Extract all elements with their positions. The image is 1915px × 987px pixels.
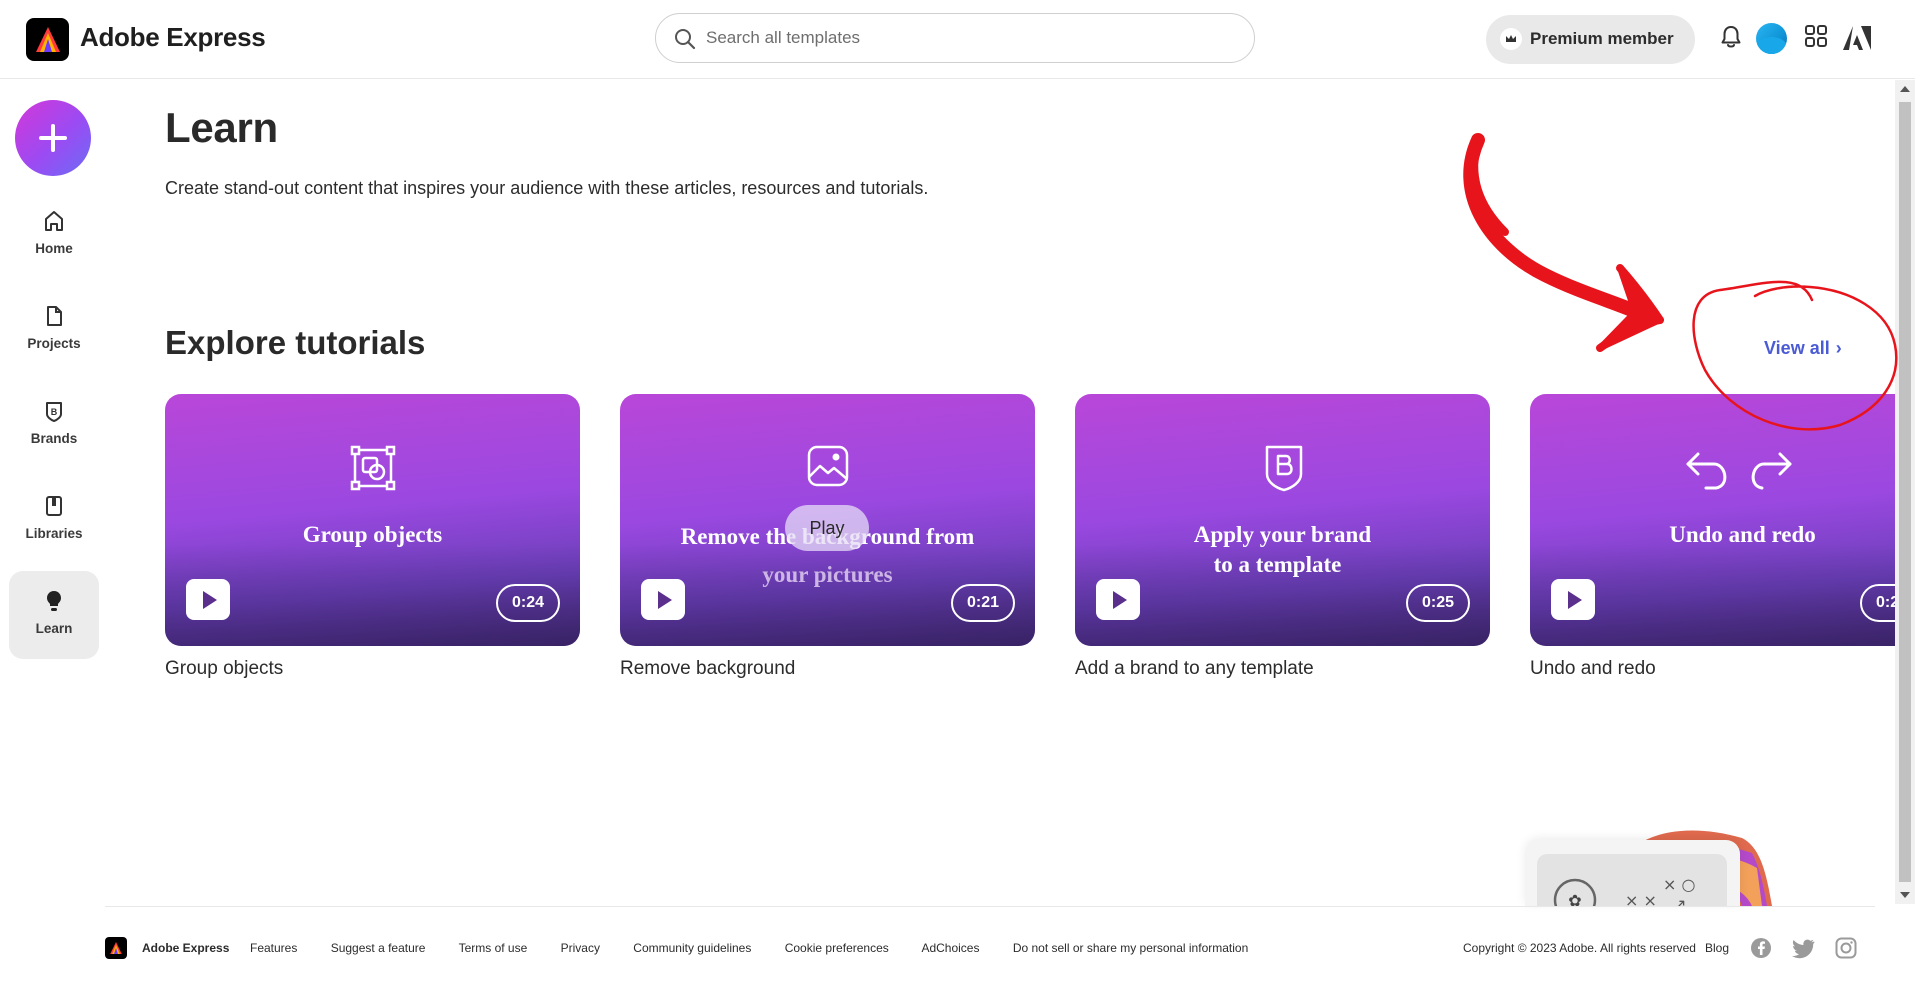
tutorial-card-remove-background[interactable]: Remove the background from your pictures… [620, 394, 1035, 646]
section-title-explore-tutorials: Explore tutorials [165, 324, 426, 361]
footer-link-privacy[interactable]: Privacy [561, 941, 600, 955]
play-tooltip: Play [785, 505, 869, 551]
image-icon [807, 445, 849, 487]
annotation-arrow-head [1597, 265, 1663, 351]
chevron-right-icon: › [1835, 338, 1842, 358]
instagram-icon[interactable] [1835, 937, 1857, 959]
footer-link-features[interactable]: Features [250, 941, 297, 955]
duration-badge: 0:21 [1860, 584, 1895, 622]
brand-icon: B [46, 402, 62, 422]
rail-label-learn: Learn [35, 621, 73, 636]
card-title-line2: to a template [1213, 552, 1342, 577]
duration-badge: 0:25 [1405, 584, 1470, 622]
page-title: Learn [165, 104, 278, 151]
promo-card[interactable]: ✿ × × × ○ ↗ [1525, 840, 1740, 906]
tutorial-caption[interactable]: Undo and redo [1530, 658, 1656, 680]
svg-text:× ○: × ○ [1663, 875, 1695, 894]
left-navigation-rail: Home Projects B Brands Libraries Learn [0, 80, 105, 900]
rail-label-libraries: Libraries [25, 526, 83, 541]
search-input[interactable] [706, 24, 1226, 52]
tutorial-card-brand-template[interactable]: Apply your brand to a template 0:25 [1075, 394, 1490, 646]
premium-member-button[interactable]: Premium member [1486, 15, 1695, 64]
file-icon [47, 306, 62, 326]
footer-links: Features Suggest a feature Terms of use … [250, 941, 1278, 955]
lightbulb-icon [47, 591, 61, 611]
bell-icon[interactable] [1720, 24, 1742, 50]
rail-item-libraries[interactable]: Libraries [9, 476, 99, 564]
footer-link-suggest-feature[interactable]: Suggest a feature [331, 941, 426, 955]
twitter-icon[interactable] [1791, 939, 1815, 959]
footer-link-adchoices[interactable]: AdChoices [921, 941, 979, 955]
game-doodle-icon: ✿ × × × ○ ↗ [1553, 875, 1695, 906]
svg-text:× ×: × × [1625, 891, 1657, 906]
card-title: Undo and redo [1669, 522, 1816, 547]
create-new-button[interactable] [15, 100, 91, 176]
footer-brand: Adobe Express [142, 941, 230, 955]
group-icon [350, 445, 396, 491]
home-icon [45, 211, 63, 231]
view-all-link[interactable]: View all › [1764, 338, 1842, 359]
library-icon [46, 496, 62, 516]
footer-link-community-guidelines[interactable]: Community guidelines [633, 941, 751, 955]
svg-text:↗: ↗ [1673, 895, 1686, 906]
vertical-scrollbar[interactable] [1895, 80, 1915, 904]
search-icon [675, 29, 696, 50]
scroll-up-arrow-icon[interactable] [1900, 86, 1910, 92]
page-subtitle: Create stand-out content that inspires y… [165, 178, 929, 198]
rail-label-projects: Projects [27, 336, 81, 351]
rail-item-home[interactable]: Home [9, 191, 99, 279]
user-avatar[interactable] [1756, 23, 1787, 54]
card-title-line1: Apply your brand [1193, 522, 1372, 547]
play-button[interactable] [1551, 579, 1595, 620]
brand-icon [1265, 445, 1303, 492]
footer-logo[interactable] [105, 937, 127, 959]
footer: Adobe Express Features Suggest a feature… [105, 906, 1875, 987]
search-bar[interactable] [655, 13, 1255, 63]
adobe-express-logo[interactable] [26, 18, 69, 61]
scroll-down-arrow-icon[interactable] [1900, 892, 1910, 898]
duration-badge: 0:24 [495, 584, 560, 622]
svg-text:B: B [51, 407, 58, 417]
rail-item-brands[interactable]: B Brands [9, 381, 99, 469]
footer-link-terms[interactable]: Terms of use [459, 941, 528, 955]
apps-grid-icon[interactable] [1805, 24, 1827, 48]
play-button[interactable] [1096, 579, 1140, 620]
tutorial-caption[interactable]: Add a brand to any template [1075, 658, 1314, 680]
premium-label: Premium member [1530, 29, 1674, 48]
scrollbar-thumb[interactable] [1899, 102, 1911, 882]
top-header: Adobe Express Premium member [0, 0, 1915, 79]
crown-icon [1500, 28, 1522, 50]
footer-link-do-not-sell[interactable]: Do not sell or share my personal informa… [1013, 941, 1248, 955]
undo-redo-icon [1686, 452, 1792, 490]
view-all-label: View all [1764, 338, 1830, 358]
tutorial-card-group-objects[interactable]: Group objects 0:24 [165, 394, 580, 646]
play-button[interactable] [186, 579, 230, 620]
footer-link-cookie-preferences[interactable]: Cookie preferences [785, 941, 889, 955]
rail-item-learn[interactable]: Learn [9, 571, 99, 659]
facebook-icon[interactable] [1750, 937, 1772, 959]
play-button[interactable] [641, 579, 685, 620]
annotation-arrow-shaft [1463, 133, 1657, 325]
rail-label-brands: Brands [30, 431, 78, 446]
adobe-logo-icon[interactable] [1843, 26, 1871, 50]
duration-badge: 0:21 [950, 584, 1015, 622]
tutorial-caption[interactable]: Remove background [620, 658, 795, 680]
tutorial-caption[interactable]: Group objects [165, 658, 283, 680]
rail-label-home: Home [35, 241, 73, 256]
rail-item-projects[interactable]: Projects [9, 286, 99, 374]
footer-copyright: Copyright © 2023 Adobe. All rights reser… [1463, 941, 1696, 955]
card-clip: Undo and redo 0:21 [1530, 394, 1895, 646]
tutorial-card-undo-redo[interactable]: Undo and redo 0:21 [1530, 394, 1895, 646]
footer-link-blog[interactable]: Blog [1705, 941, 1729, 955]
app-title[interactable]: Adobe Express [80, 22, 266, 53]
card-title: Group objects [302, 522, 443, 547]
svg-text:✿: ✿ [1568, 891, 1581, 906]
